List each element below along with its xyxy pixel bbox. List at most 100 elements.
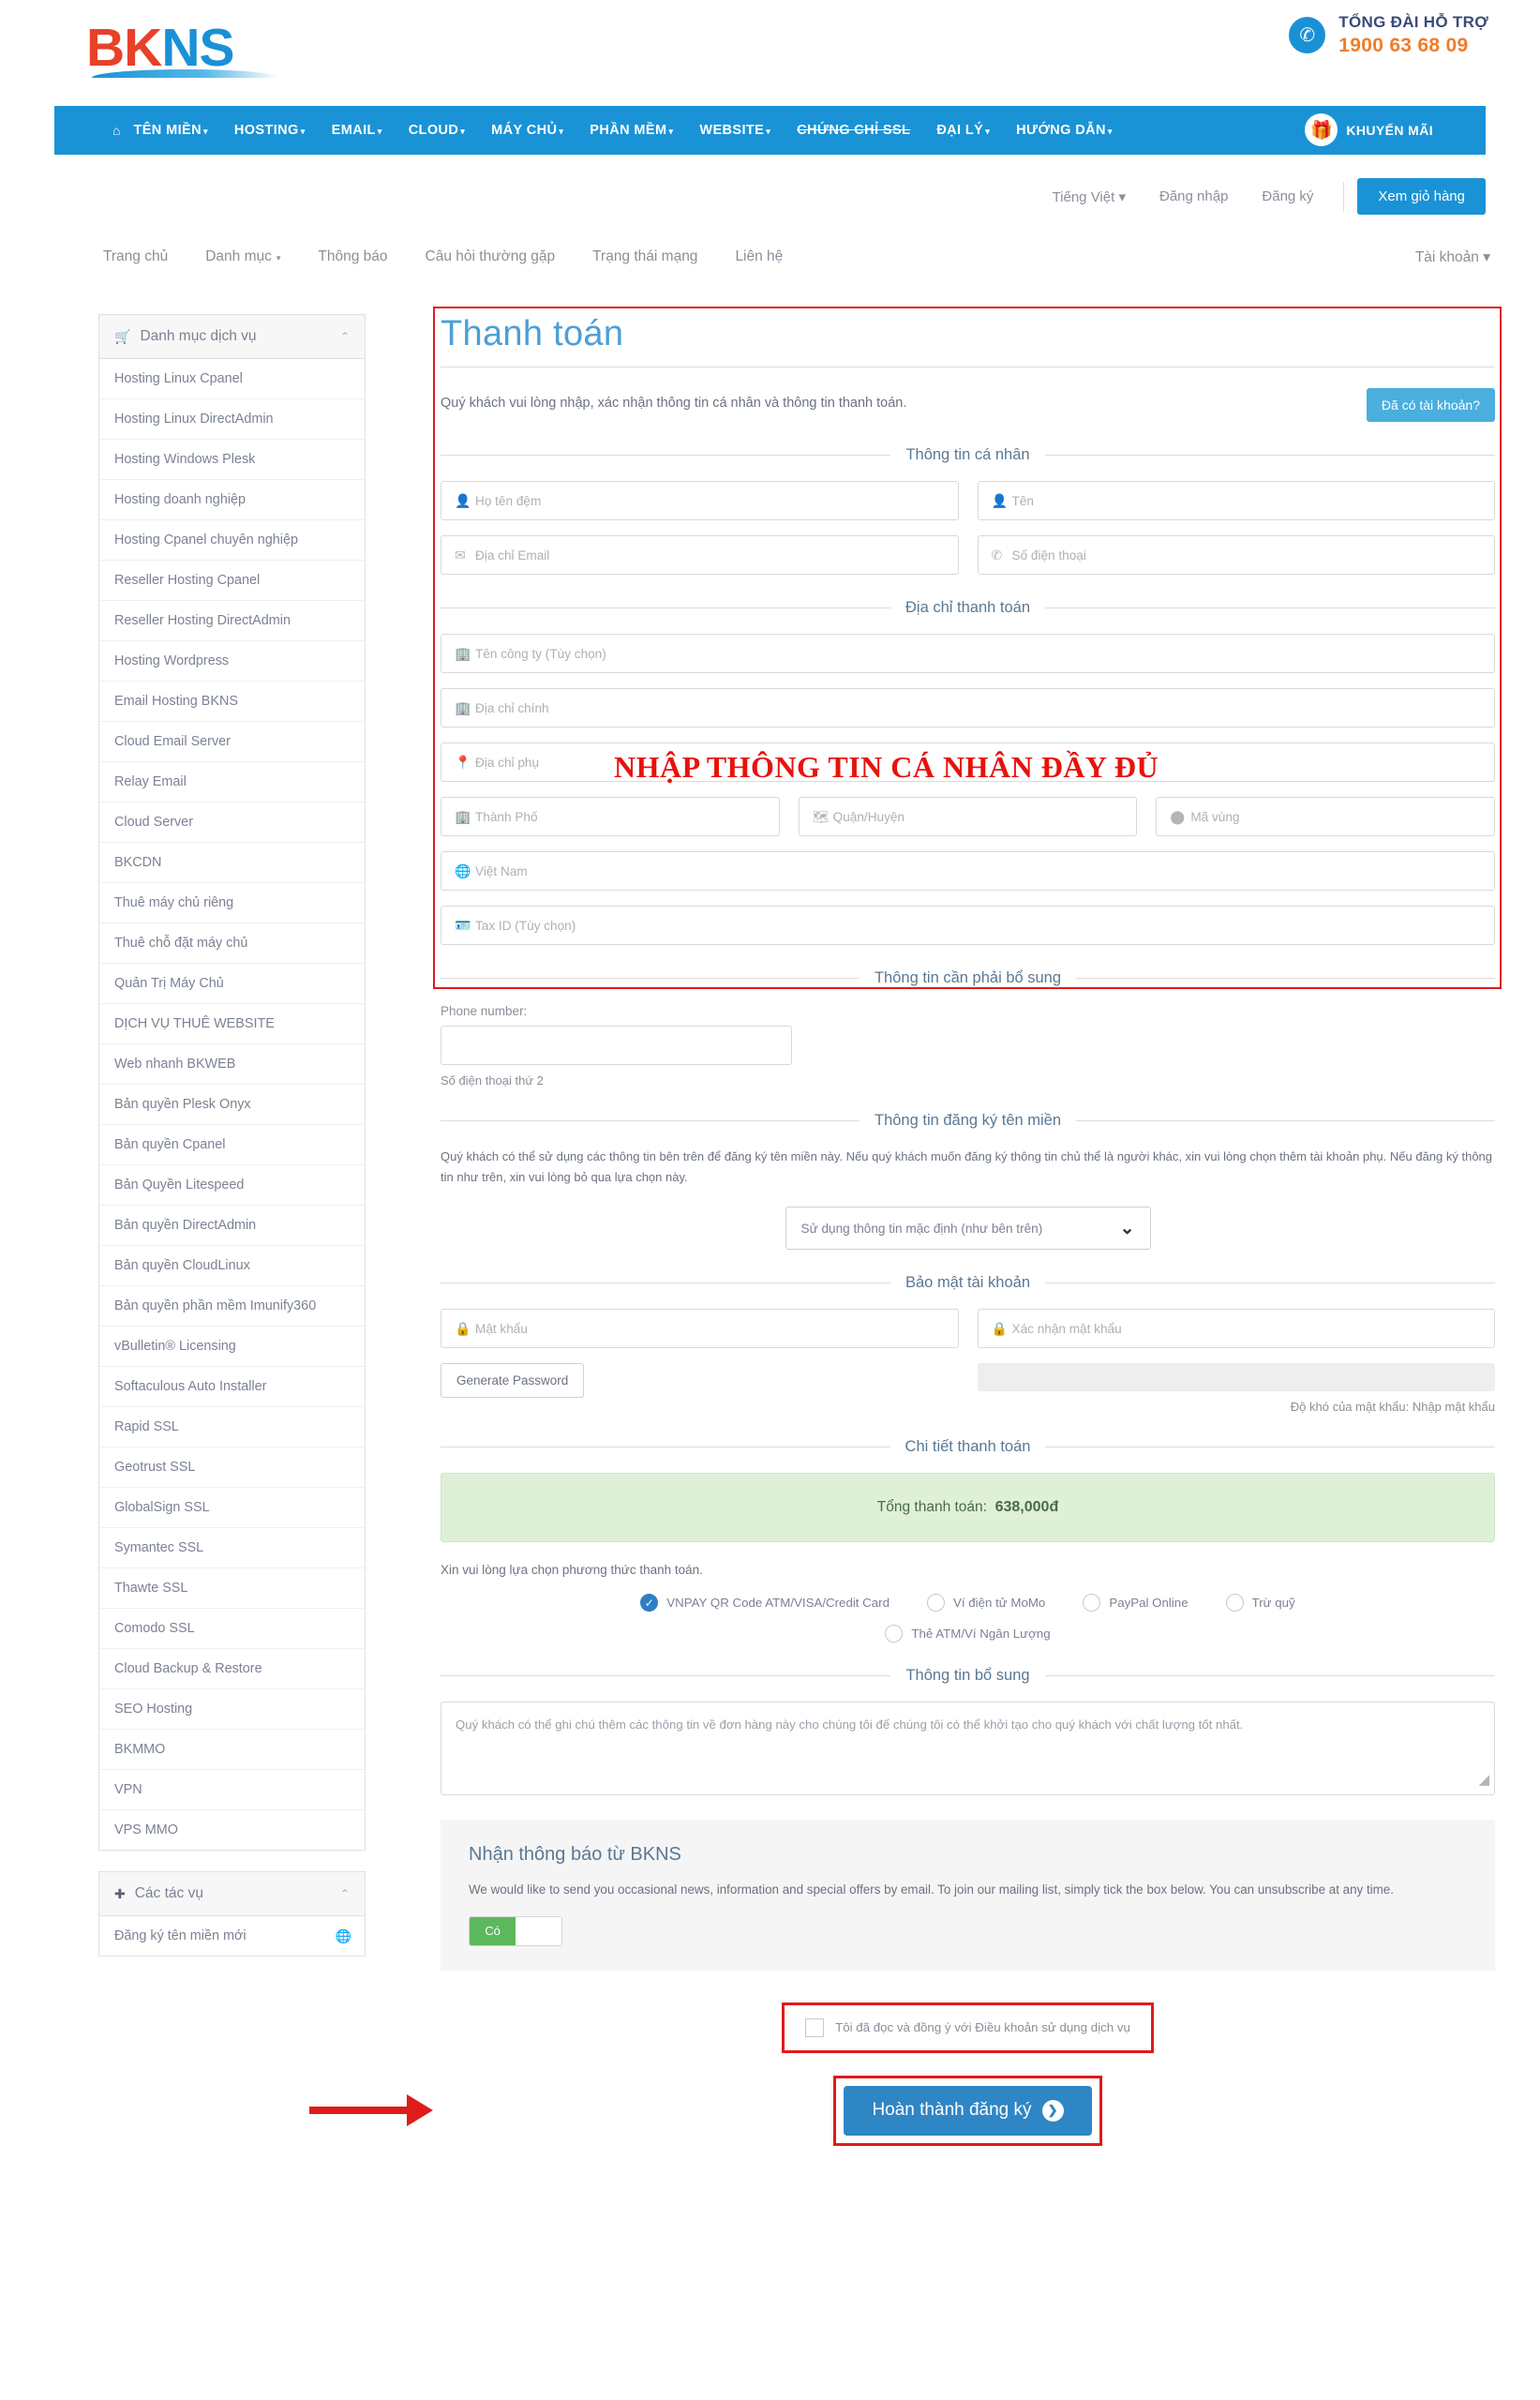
sidebar-service-item-35[interactable]: VPN: [99, 1770, 365, 1810]
login-link[interactable]: Đăng nhập: [1143, 188, 1245, 204]
sidebar-service-item-26[interactable]: Rapid SSL: [99, 1407, 365, 1448]
country-field[interactable]: 🌐 Việt Nam: [441, 851, 1495, 891]
taxid-field[interactable]: 🪪 Tax ID (Tùy chọn): [441, 906, 1495, 945]
nav-item-4[interactable]: MÁY CHỦ ▾: [478, 123, 576, 138]
register-link[interactable]: Đăng ký: [1245, 188, 1330, 204]
account-menu[interactable]: Tài khoản ▾: [1415, 248, 1490, 266]
sidebar-service-item-15[interactable]: Quản Trị Máy Chủ: [99, 964, 365, 1004]
chevron-up-icon[interactable]: ⌃: [340, 1887, 350, 1900]
view-cart-button[interactable]: Xem giỏ hàng: [1357, 178, 1486, 215]
payment-option-0[interactable]: ✓ VNPAY QR Code ATM/VISA/Credit Card: [640, 1594, 890, 1612]
sidebar-service-item-13[interactable]: Thuê máy chủ riêng: [99, 883, 365, 923]
address1-field[interactable]: 🏢 Địa chỉ chính: [441, 688, 1495, 728]
sidebar-action-item-0[interactable]: Đăng ký tên miền mới 🌐: [99, 1916, 365, 1956]
breadcrumb-item-faq[interactable]: Câu hỏi thường gặp: [426, 248, 556, 265]
building-icon: 🏢: [455, 645, 471, 661]
sidebar-service-item-34[interactable]: BKMMO: [99, 1730, 365, 1770]
generate-password-button[interactable]: Generate Password: [441, 1363, 585, 1399]
radio-selected-icon[interactable]: ✓: [640, 1594, 659, 1612]
nav-item-8[interactable]: ĐẠI LÝ ▾: [923, 123, 1003, 138]
additional-phone-input[interactable]: [441, 1026, 792, 1065]
sidebar-service-item-9[interactable]: Cloud Email Server: [99, 722, 365, 762]
language-selector[interactable]: Tiếng Việt ▾: [1036, 188, 1143, 205]
sidebar-service-item-2[interactable]: Hosting Windows Plesk: [99, 440, 365, 480]
sidebar-service-item-10[interactable]: Relay Email: [99, 762, 365, 802]
password-field[interactable]: 🔒 Mật khẩu: [441, 1309, 959, 1349]
radio-icon[interactable]: [1225, 1594, 1244, 1612]
sidebar-service-item-6[interactable]: Reseller Hosting DirectAdmin: [99, 601, 365, 641]
nav-item-0[interactable]: TÊN MIỀN ▾: [120, 123, 220, 138]
breadcrumb-item-announcements[interactable]: Thông báo: [318, 248, 387, 265]
sidebar-service-item-27[interactable]: Geotrust SSL: [99, 1448, 365, 1488]
domain-contact-select[interactable]: Sử dụng thông tin mặc định (như bên trên…: [785, 1207, 1151, 1251]
sidebar-service-item-21[interactable]: Bản quyền DirectAdmin: [99, 1206, 365, 1246]
radio-icon[interactable]: [1083, 1594, 1101, 1612]
company-field[interactable]: 🏢 Tên công ty (Tùy chọn): [441, 634, 1495, 673]
sidebar-service-item-36[interactable]: VPS MMO: [99, 1810, 365, 1850]
email-field[interactable]: ✉ Địa chỉ Email: [441, 535, 959, 575]
city-field[interactable]: 🏢 Thành Phố: [441, 797, 780, 836]
sidebar-service-item-16[interactable]: DỊCH VỤ THUÊ WEBSITE: [99, 1004, 365, 1044]
sidebar-service-item-33[interactable]: SEO Hosting: [99, 1689, 365, 1730]
sidebar-service-item-31[interactable]: Comodo SSL: [99, 1609, 365, 1649]
actions-panel-header[interactable]: ✚ Các tác vụ ⌃: [99, 1872, 365, 1916]
nav-item-7[interactable]: CHỨNG CHỈ SSL: [784, 123, 923, 138]
order-notes-textarea[interactable]: Quý khách có thể ghi chú thêm các thông …: [441, 1702, 1495, 1796]
sidebar-service-item-11[interactable]: Cloud Server: [99, 802, 365, 843]
breadcrumb-item-home[interactable]: Trang chủ: [103, 248, 168, 265]
sidebar-service-item-17[interactable]: Web nhanh BKWEB: [99, 1044, 365, 1085]
sidebar-service-item-25[interactable]: Softaculous Auto Installer: [99, 1367, 365, 1407]
newsletter-toggle[interactable]: Có: [469, 1915, 562, 1946]
payment-option-2[interactable]: PayPal Online: [1083, 1594, 1189, 1612]
terms-checkbox[interactable]: [805, 2018, 825, 2037]
breadcrumb-item-categories[interactable]: Danh mục ▾: [205, 248, 280, 265]
radio-icon[interactable]: [885, 1625, 904, 1643]
sidebar-service-item-24[interactable]: vBulletin® Licensing: [99, 1327, 365, 1367]
nav-item-3[interactable]: CLOUD ▾: [396, 123, 478, 138]
sidebar-service-item-22[interactable]: Bản quyền CloudLinux: [99, 1246, 365, 1286]
complete-registration-button[interactable]: Hoàn thành đăng ký ❯: [844, 2085, 1092, 2136]
sidebar-service-item-23[interactable]: Bản quyền phần mềm Imunify360: [99, 1286, 365, 1327]
sidebar-service-item-1[interactable]: Hosting Linux DirectAdmin: [99, 399, 365, 440]
sidebar-service-item-19[interactable]: Bản quyền Cpanel: [99, 1125, 365, 1165]
sidebar-service-item-0[interactable]: Hosting Linux Cpanel: [99, 359, 365, 399]
sidebar-service-item-8[interactable]: Email Hosting BKNS: [99, 682, 365, 722]
payment-option-3[interactable]: Trừ quỹ: [1225, 1594, 1295, 1612]
sidebar-service-item-32[interactable]: Cloud Backup & Restore: [99, 1649, 365, 1689]
phone-field[interactable]: ✆ Số điện thoại: [977, 535, 1495, 575]
nav-item-2[interactable]: EMAIL ▾: [319, 123, 396, 138]
lastname-field[interactable]: 👤 Tên: [977, 481, 1495, 520]
terms-label[interactable]: Tôi đã đọc và đồng ý với Điều khoản sử d…: [835, 2020, 1130, 2034]
sidebar-service-item-4[interactable]: Hosting Cpanel chuyên nghiệp: [99, 520, 365, 561]
payment2-option-0[interactable]: Thẻ ATM/Ví Ngân Lượng: [885, 1625, 1051, 1643]
payment-option-1[interactable]: Ví điện tử MoMo: [927, 1594, 1045, 1612]
breadcrumb-item-network-status[interactable]: Trạng thái mạng: [592, 248, 697, 265]
district-field[interactable]: 🗺 Quận/Huyện: [798, 797, 1138, 836]
confirm-password-field[interactable]: 🔒 Xác nhận mật khẩu: [977, 1309, 1495, 1349]
home-icon[interactable]: ⌂: [107, 123, 120, 138]
nav-item-6[interactable]: WEBSITE ▾: [686, 123, 784, 138]
sidebar-service-item-3[interactable]: Hosting doanh nghiệp: [99, 480, 365, 520]
sidebar-service-item-28[interactable]: GlobalSign SSL: [99, 1488, 365, 1528]
services-panel-header[interactable]: 🛒 Danh mục dịch vụ ⌃: [99, 315, 365, 359]
support-phone[interactable]: 1900 63 68 09: [1338, 35, 1488, 57]
sidebar-service-item-20[interactable]: Bản Quyền Litespeed: [99, 1165, 365, 1206]
sidebar-service-item-5[interactable]: Reseller Hosting Cpanel: [99, 561, 365, 601]
resize-grip-icon[interactable]: ◢: [1478, 1769, 1489, 1792]
firstname-field[interactable]: 👤 Họ tên đệm: [441, 481, 959, 520]
radio-icon[interactable]: [927, 1594, 945, 1612]
sidebar-service-item-7[interactable]: Hosting Wordpress: [99, 641, 365, 682]
nav-item-1[interactable]: HOSTING ▾: [221, 123, 319, 138]
sidebar-service-item-30[interactable]: Thawte SSL: [99, 1568, 365, 1609]
chevron-up-icon[interactable]: ⌃: [340, 330, 350, 343]
sidebar-service-item-14[interactable]: Thuê chỗ đặt máy chủ: [99, 923, 365, 964]
sidebar-service-item-18[interactable]: Bản quyền Plesk Onyx: [99, 1085, 365, 1125]
nav-item-9[interactable]: HƯỚNG DẪN ▾: [1003, 123, 1126, 138]
have-account-button[interactable]: Đã có tài khoản?: [1366, 388, 1495, 422]
zip-field[interactable]: ⬤ Mã vùng: [1156, 797, 1496, 836]
nav-item-5[interactable]: PHẦN MỀM ▾: [576, 123, 686, 138]
sidebar-service-item-12[interactable]: BKCDN: [99, 843, 365, 883]
sidebar-service-item-29[interactable]: Symantec SSL: [99, 1528, 365, 1568]
promo-link[interactable]: 🎁 KHUYẾN MÃI: [1305, 113, 1433, 146]
breadcrumb-item-contact[interactable]: Liên hệ: [735, 248, 783, 265]
